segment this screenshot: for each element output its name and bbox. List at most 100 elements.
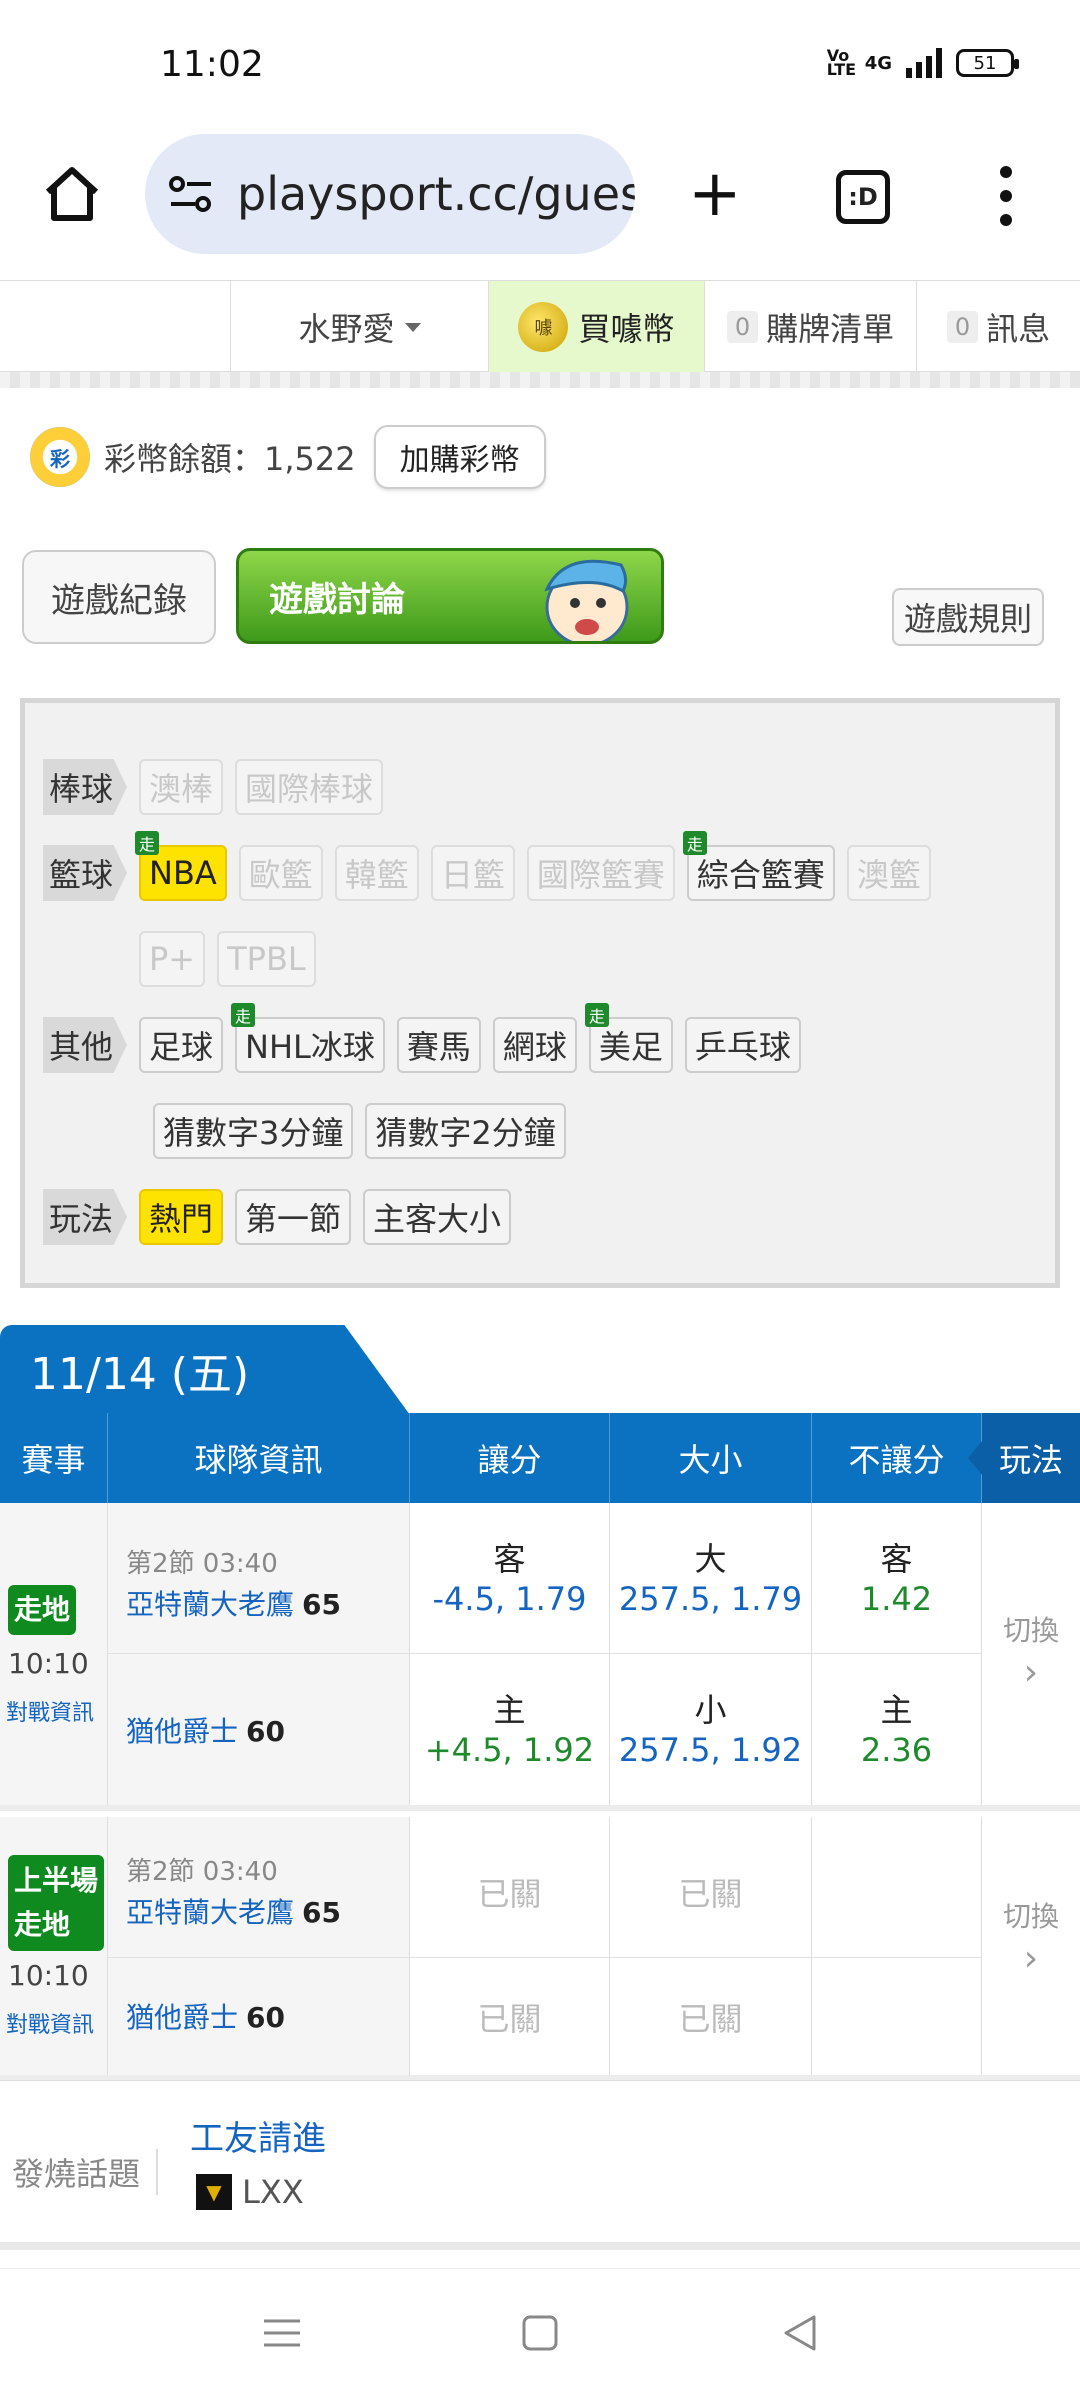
tab-game-records[interactable]: 遊戲紀錄 <box>22 550 216 644</box>
username: 水野愛 <box>298 310 395 348</box>
messages-button[interactable]: 0 訊息 <box>916 281 1080 373</box>
new-tab-icon[interactable]: + <box>688 162 742 226</box>
cart-button[interactable]: 0 購牌清單 <box>704 281 916 373</box>
team-divider: 猶他爵士 60 <box>108 1957 409 2075</box>
odds-divider: 已關 <box>410 1957 609 2075</box>
divider <box>0 372 1080 388</box>
moneyline-cell <box>812 1817 982 2075</box>
chip-tennis[interactable]: 網球 <box>492 1017 577 1073</box>
home-team[interactable]: 猶他爵士 60 <box>126 1996 285 2036</box>
total-over-label: 大 <box>694 1540 727 1578</box>
odds-divider: 小 257.5, 1.92 <box>610 1653 811 1805</box>
spread-home-odds[interactable]: 主 +4.5, 1.92 <box>410 1690 609 1770</box>
game-team-cell: 第2節 03:40 亞特蘭大老鷹 65 猶他爵士 60 <box>108 1817 410 2075</box>
back-icon[interactable] <box>780 2313 820 2353</box>
matchup-info-link[interactable]: 對戰資訊 <box>6 1695 94 1727</box>
chip-au-baseball[interactable]: 澳棒 <box>139 759 224 815</box>
site-settings-icon[interactable] <box>169 174 213 214</box>
away-score: 65 <box>302 1588 341 1621</box>
menu-icon[interactable] <box>262 2313 302 2353</box>
chip-intl-baseball[interactable]: 國際棒球 <box>235 759 384 815</box>
switch-label: 切換 <box>1002 1900 1059 1933</box>
away-team[interactable]: 亞特蘭大老鷹 65 <box>126 1891 341 1931</box>
chip-soccer[interactable]: 足球 <box>139 1017 224 1073</box>
game-rules-button[interactable]: 遊戲規則 <box>892 588 1045 646</box>
odds-divider: 主 2.36 <box>812 1653 981 1805</box>
total-under-odds[interactable]: 小 257.5, 1.92 <box>610 1690 811 1770</box>
away-team-name: 亞特蘭大老鷹 <box>126 1588 295 1621</box>
chip-intl-basketball[interactable]: 國際籃賽 <box>526 845 675 901</box>
chip-tpbl[interactable]: TPBL <box>217 931 316 987</box>
hot-topic-title[interactable]: 工友請進 <box>190 2111 326 2160</box>
chip-mixed-basketball-label: 綜合籃賽 <box>696 856 825 894</box>
url-text[interactable]: playsport.cc/gues <box>237 167 635 221</box>
chip-american-football-label: 美足 <box>598 1028 663 1066</box>
ml-away-odds[interactable]: 客 1.42 <box>812 1539 981 1619</box>
total-over-odds[interactable]: 大 257.5, 1.79 <box>610 1539 811 1619</box>
tab-switcher-button[interactable]: :D <box>836 170 890 224</box>
live-badge-icon: 走 <box>135 831 159 855</box>
address-bar[interactable]: playsport.cc/gues <box>145 134 635 254</box>
game-row: 上半場 走地 10:10 對戰資訊 第2節 03:40 亞特蘭大老鷹 65 猶他爵士… <box>0 1817 1080 2081</box>
chip-p-plus[interactable]: P+ <box>139 931 206 987</box>
spread-home-label: 主 <box>493 1691 526 1729</box>
away-team-name: 亞特蘭大老鷹 <box>126 1896 295 1929</box>
home-icon[interactable] <box>40 162 104 226</box>
network-type: 4G <box>864 52 892 74</box>
home-nav-icon[interactable] <box>520 2313 560 2353</box>
live-status-badge: 上半場 走地 <box>8 1855 105 1951</box>
chip-mixed-basketball[interactable]: 走綜合籃賽 <box>682 831 835 901</box>
more-menu-icon[interactable] <box>1000 166 1014 226</box>
chip-horse-racing[interactable]: 賽馬 <box>396 1017 481 1073</box>
chip-kr-basketball[interactable]: 韓籃 <box>334 845 419 901</box>
user-menu[interactable]: 水野愛 <box>230 281 488 373</box>
balance-text: 彩幣餘額：1,522 <box>104 440 356 478</box>
chip-first-quarter[interactable]: 第一節 <box>235 1189 352 1245</box>
tab-game-discussion[interactable]: 遊戲討論 <box>236 548 664 644</box>
live-badge-icon: 走 <box>584 1003 609 1027</box>
status-bar: 11:02 Vo LTE 4G 51 <box>0 0 1080 130</box>
spread-away-odds[interactable]: 客 -4.5, 1.79 <box>410 1539 609 1619</box>
chip-guess-number-2min[interactable]: 猜數字2分鐘 <box>365 1103 566 1159</box>
kickoff-time: 10:10 <box>8 1959 89 1992</box>
spread-closed: 已關 <box>477 1875 542 1913</box>
buy-lottery-coins-button[interactable]: 加購彩幣 <box>373 425 546 489</box>
ml-home-odds[interactable]: 主 2.36 <box>812 1690 981 1770</box>
total-under-value: 257.5, 1.92 <box>618 1731 803 1769</box>
switch-button[interactable]: 切換 › <box>982 1503 1080 1805</box>
chip-table-tennis[interactable]: 乒乓球 <box>684 1017 801 1073</box>
buy-coins-button[interactable]: 噱 買噱幣 <box>488 281 704 373</box>
chip-euro-basketball[interactable]: 歐籃 <box>238 845 323 901</box>
matchup-info-link[interactable]: 對戰資訊 <box>6 2007 94 2039</box>
away-score: 65 <box>302 1896 341 1929</box>
filter-row-baseball: 棒球 澳棒 國際棒球 <box>43 759 384 815</box>
author-name: LXX <box>242 2173 304 2211</box>
battery-icon: 51 <box>956 49 1019 77</box>
chip-guess-number-3min[interactable]: 猜數字3分鐘 <box>153 1103 354 1159</box>
filter-row-basketball: 籃球 走 NBA 歐籃 韓籃 日籃 國際籃賽 走綜合籃賽 澳籃 <box>43 831 931 901</box>
chip-nhl[interactable]: 走 NHL冰球 <box>231 1003 385 1073</box>
category-play: 玩法 <box>43 1189 127 1245</box>
total-cell: 大 257.5, 1.79 小 257.5, 1.92 <box>610 1503 812 1805</box>
chip-home-away-total[interactable]: 主客大小 <box>363 1189 512 1245</box>
browser-toolbar: playsport.cc/gues + :D <box>0 130 1080 280</box>
chip-jp-basketball[interactable]: 日籃 <box>430 845 515 901</box>
table-header: 賽事 球隊資訊 讓分 大小 不讓分 玩法 <box>0 1413 1080 1503</box>
period-clock: 第2節 03:40 <box>126 1857 278 1887</box>
switch-button[interactable]: 切換 › <box>982 1817 1080 2075</box>
author-avatar-icon: ▼ <box>196 2174 232 2210</box>
total-under-label: 小 <box>694 1691 727 1729</box>
col-play: 玩法 <box>968 1413 1080 1503</box>
chip-au-basketball[interactable]: 澳籃 <box>846 845 931 901</box>
chip-american-football[interactable]: 走美足 <box>584 1003 673 1073</box>
hot-topic-author[interactable]: ▼ LXX <box>196 2173 304 2211</box>
buy-coins-label: 買噱幣 <box>578 310 675 348</box>
chip-hot[interactable]: 熱門 <box>139 1189 224 1245</box>
messages-label: 訊息 <box>986 310 1051 348</box>
game-row: 走地 10:10 對戰資訊 第2節 03:40 亞特蘭大老鷹 65 猶他爵士 60 … <box>0 1503 1080 1811</box>
chip-nba[interactable]: 走 NBA <box>135 831 227 901</box>
home-team[interactable]: 猶他爵士 60 <box>126 1710 285 1750</box>
home-team-name: 猶他爵士 <box>126 1715 239 1748</box>
site-nav: 水野愛 噱 買噱幣 0 購牌清單 0 訊息 <box>0 280 1080 373</box>
away-team[interactable]: 亞特蘭大老鷹 65 <box>126 1583 341 1623</box>
